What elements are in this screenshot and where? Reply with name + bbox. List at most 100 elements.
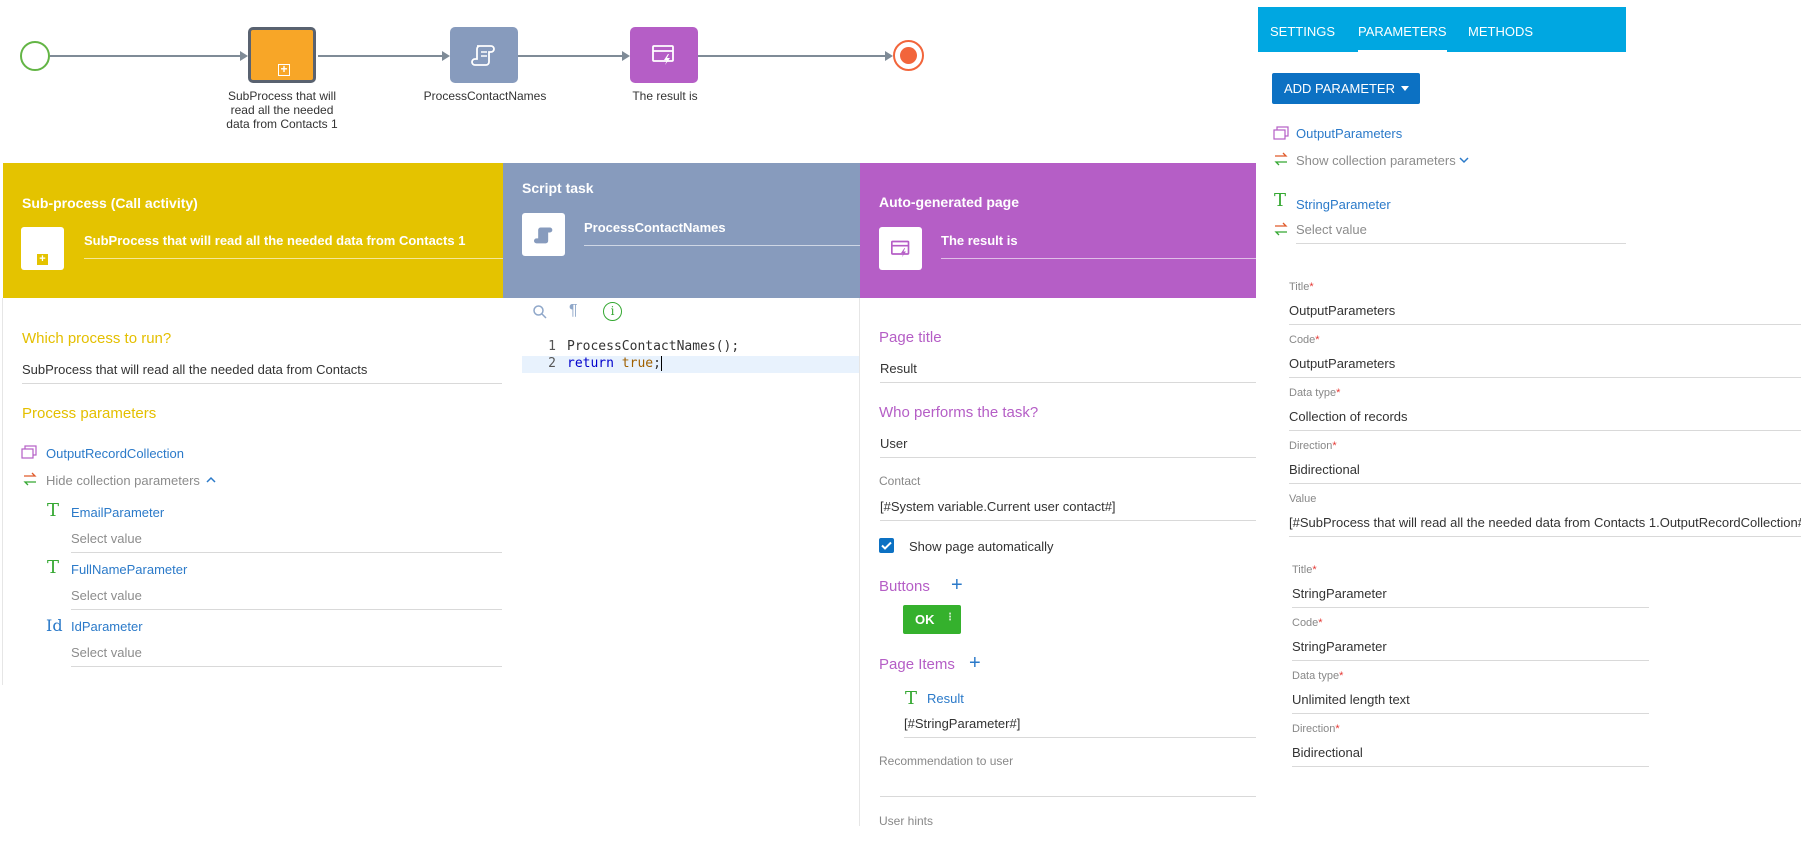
hide-collection-link[interactable]: Hide collection parameters — [46, 473, 200, 488]
flow-connector — [50, 55, 240, 57]
flow-arrow-icon — [622, 51, 630, 61]
collection-icon — [21, 445, 37, 459]
code-field[interactable]: OutputParameters — [1289, 356, 1801, 378]
script-task-node[interactable] — [450, 27, 518, 83]
user-hints-label: User hints — [879, 814, 934, 828]
swap-arrows-icon — [1274, 222, 1288, 236]
caret-down-icon — [1401, 86, 1409, 91]
more-icon[interactable]: ⋮ — [945, 612, 955, 623]
show-page-label: Show page automatically — [909, 539, 1054, 554]
page-panel-title: Auto-generated page — [879, 194, 1020, 210]
id-parameter-value[interactable]: Select value — [71, 645, 502, 667]
flow-connector — [698, 55, 886, 57]
code-line: 1 ProcessContactNames(); — [548, 339, 740, 354]
direction-field[interactable]: Bidirectional — [1289, 462, 1801, 484]
code-line: 2 return true; — [522, 356, 859, 373]
title-field[interactable]: StringParameter — [1292, 586, 1649, 608]
flow-arrow-icon — [442, 51, 450, 61]
contact-label: Contact — [879, 474, 921, 488]
output-record-collection-link[interactable]: OutputRecordCollection — [46, 446, 184, 461]
add-button-icon[interactable]: + — [951, 574, 963, 597]
page-items-label: Page Items — [879, 656, 955, 673]
ok-button[interactable]: OK ⋮ — [903, 605, 961, 634]
which-process-label: Which process to run? — [22, 330, 172, 347]
pilcrow-icon[interactable]: ¶ — [569, 302, 578, 320]
direction-label: Direction* — [1289, 440, 1337, 452]
subprocess-icon: + — [21, 227, 64, 270]
flow-arrow-icon — [885, 51, 893, 61]
script-icon — [471, 45, 495, 66]
panel-divider — [2, 298, 3, 685]
fullname-parameter-value[interactable]: Select value — [71, 588, 502, 610]
page-title-label: Page title — [879, 329, 942, 346]
subprocess-node[interactable]: + — [248, 27, 316, 83]
subprocess-panel-title: Sub-process (Call activity) — [22, 195, 198, 211]
flow-arrow-icon — [240, 51, 248, 61]
script-name[interactable]: ProcessContactNames — [584, 220, 860, 246]
contact-field[interactable]: [#System variable.Current user contact#] — [880, 499, 1256, 521]
script-node-label: ProcessContactNames — [423, 89, 547, 103]
text-type-icon: T — [905, 688, 918, 709]
string-parameter-value[interactable]: Select value — [1296, 222, 1626, 244]
text-type-icon: T — [47, 557, 60, 578]
value-label: Value — [1289, 493, 1317, 505]
buttons-label: Buttons — [879, 578, 930, 595]
output-parameters-link[interactable]: OutputParameters — [1296, 126, 1402, 141]
email-parameter-link[interactable]: EmailParameter — [71, 505, 164, 520]
swap-arrows-icon — [23, 472, 37, 486]
result-item-value[interactable]: [#StringParameter#] — [904, 716, 1256, 738]
direction-field[interactable]: Bidirectional — [1292, 745, 1649, 767]
email-parameter-value[interactable]: Select value — [71, 531, 502, 553]
subprocess-name[interactable]: SubProcess that will read all the needed… — [84, 233, 503, 259]
script-panel-header: Script task ProcessContactNames — [503, 163, 860, 298]
datatype-field[interactable]: Unlimited length text — [1292, 692, 1649, 714]
code-field[interactable]: StringParameter — [1292, 639, 1649, 661]
subprocess-node-label: SubProcess that will read all the needed… — [226, 89, 338, 131]
flow-connector — [518, 55, 623, 57]
result-item-link[interactable]: Result — [927, 691, 964, 706]
id-parameter-link[interactable]: IdParameter — [71, 619, 143, 634]
start-event[interactable] — [20, 41, 50, 71]
which-process-field[interactable]: SubProcess that will read all the needed… — [22, 362, 502, 384]
panel-divider — [859, 298, 860, 826]
chevron-down-icon[interactable] — [1459, 157, 1469, 164]
value-field[interactable]: [#SubProcess that will read all the need… — [1289, 515, 1801, 537]
title-field[interactable]: OutputParameters — [1289, 303, 1801, 325]
datatype-label: Data type* — [1289, 387, 1341, 399]
search-icon[interactable] — [532, 304, 548, 320]
who-performs-field[interactable]: User — [880, 436, 1256, 458]
tab-parameters[interactable]: PARAMETERS — [1358, 24, 1447, 52]
tab-methods[interactable]: METHODS — [1468, 24, 1533, 39]
chevron-up-icon[interactable] — [206, 476, 216, 483]
collection-icon — [1273, 126, 1289, 140]
tab-bar: SETTINGS PARAMETERS METHODS — [1258, 7, 1626, 52]
datatype-field[interactable]: Collection of records — [1289, 409, 1801, 431]
code-label: Code* — [1289, 334, 1320, 346]
recommendation-label: Recommendation to user — [879, 754, 1014, 768]
direction-label: Direction* — [1292, 723, 1340, 735]
subprocess-panel-header: Sub-process (Call activity) + SubProcess… — [3, 163, 503, 298]
script-task-icon — [522, 213, 565, 256]
string-parameter-link[interactable]: StringParameter — [1296, 197, 1391, 212]
code-label: Code* — [1292, 617, 1323, 629]
fullname-parameter-link[interactable]: FullNameParameter — [71, 562, 187, 577]
show-collection-link[interactable]: Show collection parameters — [1296, 153, 1456, 168]
show-page-checkbox[interactable] — [879, 538, 894, 553]
process-parameters-label: Process parameters — [22, 405, 157, 422]
tab-settings[interactable]: SETTINGS — [1270, 24, 1335, 39]
page-name[interactable]: The result is — [941, 233, 1256, 259]
text-type-icon: T — [1274, 190, 1287, 211]
recommendation-field[interactable] — [880, 796, 1256, 797]
title-label: Title* — [1292, 564, 1317, 576]
page-panel-header: Auto-generated page The result is — [860, 163, 1256, 298]
who-performs-label: Who performs the task? — [879, 404, 1039, 421]
id-type-icon: Id — [46, 616, 63, 635]
end-event[interactable] — [893, 40, 924, 71]
page-node[interactable] — [630, 27, 698, 83]
add-page-item-icon[interactable]: + — [969, 652, 981, 675]
page-icon — [879, 227, 922, 270]
info-icon[interactable]: i — [603, 302, 622, 321]
page-title-field[interactable]: Result — [880, 361, 1256, 383]
add-parameter-button[interactable]: ADD PARAMETER — [1272, 73, 1420, 104]
subprocess-plus-icon: + — [278, 63, 290, 76]
